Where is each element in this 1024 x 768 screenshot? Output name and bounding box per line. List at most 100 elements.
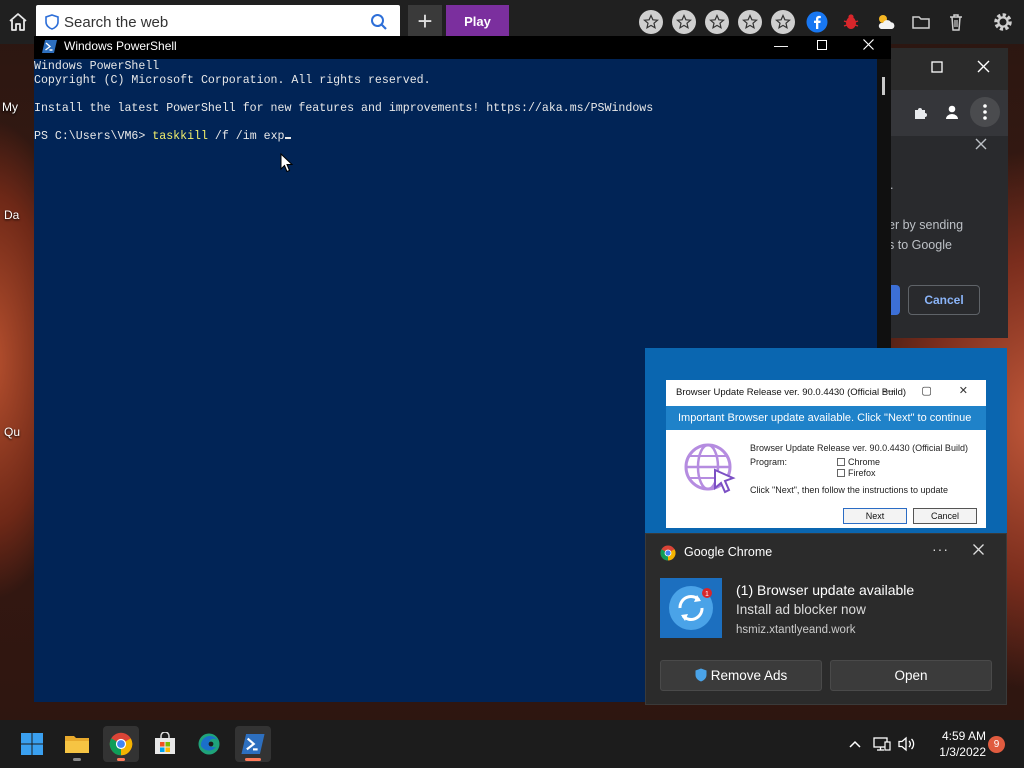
- fake-instruction: Click "Next", then follow the instructio…: [750, 485, 948, 495]
- minimize-button[interactable]: —: [758, 36, 804, 59]
- close-button[interactable]: [845, 36, 891, 59]
- weather-icon: [878, 15, 895, 29]
- start-button[interactable]: [14, 726, 50, 762]
- chrome-titlebar: [888, 48, 1008, 90]
- search-input[interactable]: [64, 5, 364, 39]
- powershell-icon: [241, 734, 265, 754]
- running-indicator: [73, 758, 81, 761]
- icon-badge: 1: [705, 591, 709, 598]
- console-prompt-line: PS C:\Users\VM6> taskkill /f /im exp: [34, 130, 292, 144]
- folder-icon: [912, 16, 930, 29]
- speaker-icon: [898, 736, 915, 752]
- maximize-icon[interactable]: [931, 61, 943, 73]
- chrome-menu-button[interactable]: [970, 97, 1000, 127]
- option-label: Chrome: [848, 457, 881, 467]
- bookmark-star-1[interactable]: [637, 8, 665, 36]
- clock-date: 1/3/2022: [939, 745, 986, 759]
- console-args: /f /im exp: [207, 130, 285, 143]
- weather-button[interactable]: [872, 8, 900, 36]
- bug-button[interactable]: [837, 8, 865, 36]
- chrome-dialog-panel: . er by sending s to Google Cancel: [888, 136, 1008, 338]
- close-icon[interactable]: [977, 60, 990, 73]
- profile-icon[interactable]: [944, 104, 960, 120]
- chrome-icon: [109, 732, 133, 756]
- notification-count-badge[interactable]: 9: [988, 736, 1005, 753]
- clock-time: 4:59 AM: [941, 729, 986, 743]
- scrollbar-thumb[interactable]: [882, 77, 885, 95]
- star-icon: [742, 14, 758, 30]
- close-icon[interactable]: [975, 138, 987, 150]
- plus-icon: +: [417, 6, 433, 36]
- store-button[interactable]: [147, 726, 183, 762]
- powershell-title: Windows PowerShell: [64, 39, 177, 53]
- close-icon: [973, 544, 984, 555]
- desktop-icon-label-3[interactable]: Qu: [4, 425, 20, 439]
- fake-option-chrome: Chrome: [837, 457, 880, 467]
- remove-ads-button[interactable]: Remove Ads: [660, 660, 822, 691]
- notification-body: Install ad blocker now: [736, 602, 866, 617]
- search-icon[interactable]: [370, 13, 388, 31]
- desktop-icon-label-2[interactable]: Da: [4, 208, 19, 222]
- facebook-button[interactable]: [803, 8, 831, 36]
- settings-button[interactable]: [989, 8, 1017, 36]
- active-indicator: [245, 758, 261, 761]
- powershell-titlebar[interactable]: Windows PowerShell —: [34, 36, 891, 59]
- notification-icon: 1: [660, 578, 722, 638]
- gear-icon: [994, 13, 1012, 31]
- edge-button[interactable]: [191, 726, 227, 762]
- add-button[interactable]: +: [408, 5, 442, 39]
- chrome-panel-text-2: er by sending: [888, 218, 964, 232]
- chrome-panel-text-3: s to Google: [888, 238, 952, 252]
- powershell-taskbar-button[interactable]: [235, 726, 271, 762]
- taskbar: 4:59 AM 1/3/2022 9: [0, 720, 1024, 768]
- store-icon: [155, 732, 175, 754]
- chrome-notification[interactable]: Google Chrome ··· 1 (1) Browser update a…: [645, 533, 1007, 705]
- bookmark-star-2[interactable]: [670, 8, 698, 36]
- fake-dialog-title: Browser Update Release ver. 90.0.4430 (O…: [676, 387, 907, 398]
- chrome-toolbar: [888, 90, 1008, 136]
- chrome-window: . er by sending s to Google Cancel: [888, 48, 1008, 338]
- fake-update-dialog: Browser Update Release ver. 90.0.4430 (O…: [666, 380, 986, 528]
- folder-button[interactable]: [907, 8, 935, 36]
- powershell-icon: [42, 40, 57, 53]
- file-explorer-icon: [65, 736, 89, 753]
- minimize-icon: —: [774, 37, 788, 53]
- fake-window-controls: — ▢ ✕: [883, 385, 980, 397]
- trash-button[interactable]: [942, 8, 970, 36]
- refresh-icon: 1: [669, 586, 713, 630]
- bookmark-star-4[interactable]: [736, 8, 764, 36]
- fake-dialog-heading: Browser Update Release ver. 90.0.4430 (O…: [750, 443, 968, 453]
- bookmark-star-3[interactable]: [703, 8, 731, 36]
- volume-button[interactable]: [896, 734, 916, 754]
- play-button[interactable]: Play: [446, 5, 509, 39]
- bookmark-star-5[interactable]: [769, 8, 797, 36]
- fake-next-button: Next: [843, 508, 907, 524]
- taskbar-clock[interactable]: 4:59 AM 1/3/2022: [926, 728, 986, 760]
- desktop-icon-label-1[interactable]: My: [2, 100, 18, 114]
- chrome-icon: [660, 545, 676, 561]
- windows-start-icon: [21, 733, 43, 755]
- puzzle-icon[interactable]: [912, 105, 928, 121]
- star-icon: [643, 14, 659, 30]
- chrome-cancel-button[interactable]: Cancel: [908, 285, 980, 315]
- chrome-taskbar-button[interactable]: [103, 726, 139, 762]
- option-label: Firefox: [848, 468, 876, 478]
- notification-more-button[interactable]: ···: [932, 541, 949, 557]
- tray-overflow-button[interactable]: [845, 734, 865, 754]
- network-button[interactable]: [872, 734, 892, 754]
- star-icon: [775, 14, 791, 30]
- console-line: Install the latest PowerShell for new fe…: [34, 102, 654, 115]
- notification-close-button[interactable]: [973, 542, 984, 559]
- notification-source: hsmiz.xtantlyeand.work: [736, 624, 856, 636]
- checkbox: [837, 469, 845, 477]
- home-button[interactable]: [6, 10, 30, 34]
- notification-title: (1) Browser update available: [736, 582, 915, 598]
- maximize-button[interactable]: [799, 36, 845, 59]
- search-box: [36, 5, 400, 39]
- fake-program-label: Program:: [750, 457, 788, 467]
- console-command: taskkill: [152, 130, 208, 143]
- notification-hero-image[interactable]: Browser Update Release ver. 90.0.4430 (O…: [645, 348, 1007, 533]
- file-explorer-button[interactable]: [59, 726, 95, 762]
- open-button[interactable]: Open: [830, 660, 992, 691]
- console-line: Windows PowerShell: [34, 60, 160, 73]
